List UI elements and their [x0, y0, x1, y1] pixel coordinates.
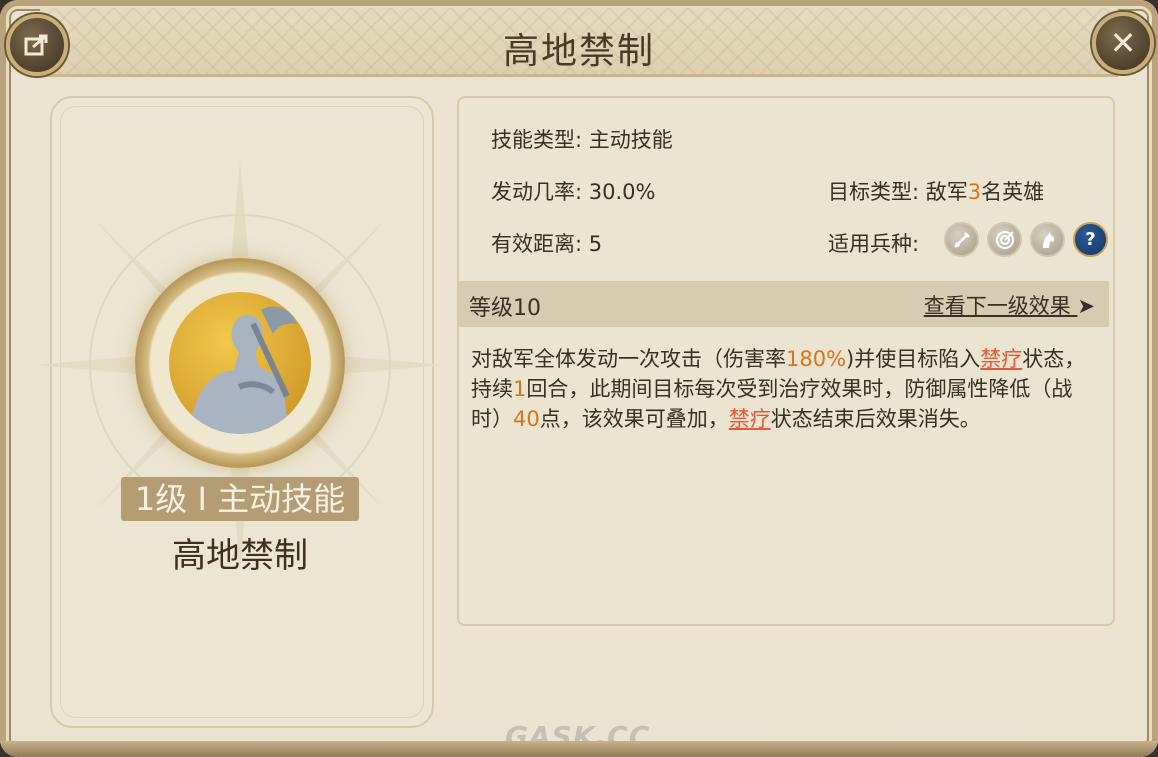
close-icon: ✕	[1109, 24, 1137, 62]
share-icon	[24, 34, 48, 56]
skill-level-type-tag: 1级 I 主动技能	[121, 477, 359, 521]
skill-name: 高地禁制	[172, 536, 308, 576]
trigger-rate: 发动几率: 30.0%	[491, 180, 656, 204]
title-bar: 高地禁制	[40, 8, 1118, 77]
warrior-axe-portrait-icon	[189, 306, 297, 434]
skill-medal	[135, 258, 345, 468]
dialog-title: 高地禁制	[502, 31, 655, 72]
sword-icon[interactable]	[944, 222, 979, 257]
effective-range: 有效距离: 5	[491, 232, 603, 256]
level-bar: 等级10 查看下一级效果 ➤	[459, 281, 1109, 327]
status-link-healing-ban[interactable]: 禁疗	[980, 347, 1022, 371]
target-type: 目标类型: 敌军3名英雄	[828, 180, 1045, 204]
skill-level: 等级10	[469, 296, 541, 321]
bottom-border	[0, 741, 1158, 757]
next-level-link[interactable]: 查看下一级效果 ➤	[924, 290, 1095, 320]
unit-type-icons: ?	[944, 222, 1108, 257]
close-button[interactable]: ✕	[1092, 12, 1154, 74]
horse-icon[interactable]	[1030, 222, 1065, 257]
share-button[interactable]	[6, 14, 68, 76]
skill-description: 对敌军全体发动一次攻击（伤害率180%)并使目标陷入禁疗状态，持续1回合，此期间…	[471, 347, 1086, 431]
arrow-right-icon: ➤	[1077, 294, 1095, 318]
skill-dialog: 高地禁制 ✕ 1级 I 主动技能 高地禁制 技能类型: 主动技能 发动几率: 3…	[0, 0, 1158, 757]
question-icon[interactable]: ?	[1073, 222, 1108, 257]
status-link-healing-ban-2[interactable]: 禁疗	[729, 407, 771, 431]
target-icon[interactable]	[987, 222, 1022, 257]
unit-types-label: 适用兵种:	[828, 232, 920, 256]
skill-type: 技能类型: 主动技能	[491, 128, 673, 152]
